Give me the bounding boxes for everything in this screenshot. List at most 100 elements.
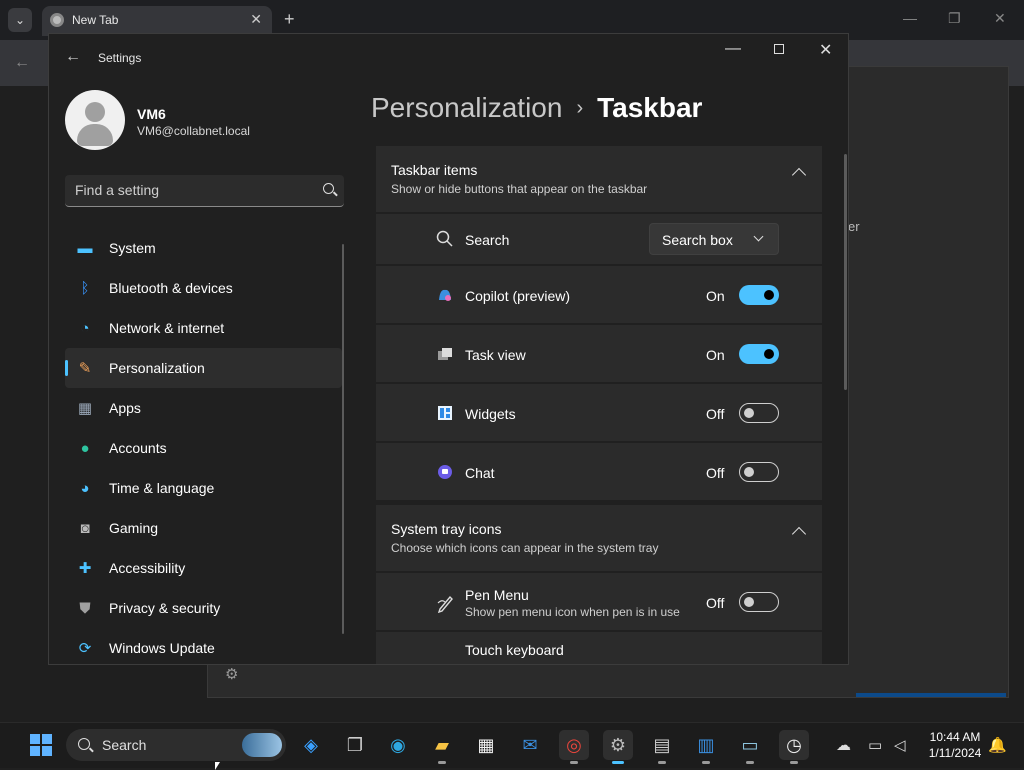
breadcrumb-parent[interactable]: Personalization	[371, 92, 562, 123]
pen-menu-state: Off	[706, 595, 725, 611]
pen-menu-row: Pen Menu Show pen menu icon when pen is …	[376, 571, 822, 630]
calendar-icon[interactable]: ▥	[691, 730, 721, 764]
chrome-restore-button[interactable]: ❐	[948, 10, 961, 27]
toggle-switch[interactable]	[739, 344, 779, 364]
toggle-state: On	[706, 288, 725, 304]
volume-muted-icon[interactable]: ◁	[894, 736, 906, 754]
find-setting-box[interactable]	[65, 175, 344, 207]
row-label: Copilot (preview)	[465, 288, 571, 304]
chrome-close-button[interactable]: ✕	[994, 10, 1006, 27]
calculator-icon[interactable]: ▤	[647, 730, 677, 764]
sidebar-item-bluetooth-devices[interactable]: ᛒ Bluetooth & devices	[65, 268, 342, 308]
sidebar-item-gaming[interactable]: ◙ Gaming	[65, 508, 342, 548]
search-mode-dropdown[interactable]: Search box	[649, 223, 779, 255]
search-icon	[436, 230, 454, 248]
chrome-icon[interactable]: ◎	[559, 730, 589, 764]
globe-icon: ◕	[80, 479, 90, 497]
settings-minimize-button[interactable]: —	[725, 40, 741, 58]
file-explorer-icon[interactable]: ▰	[427, 730, 457, 764]
section-title: System tray icons	[391, 521, 502, 537]
notification-bell-icon[interactable]: 🔔	[988, 736, 1007, 754]
remote-desktop-icon[interactable]: ▭	[735, 730, 765, 764]
start-button[interactable]	[30, 734, 52, 756]
running-indicator	[790, 761, 798, 764]
running-indicator	[570, 761, 578, 764]
taskbar-toggle-rows: Copilot (preview) On Task view On Widgets Off…	[376, 264, 822, 500]
settings-back-icon[interactable]: ←	[65, 48, 81, 66]
clock-time: 10:44 AM	[929, 730, 981, 744]
sidebar-item-label: Time & language	[109, 480, 215, 496]
network-tray-icon[interactable]: ▭	[868, 736, 882, 754]
row-label: Chat	[465, 465, 495, 481]
breadcrumb: Personalization › Taskbar	[371, 92, 702, 124]
sidebar-item-personalization[interactable]: ✎ Personalization	[65, 348, 342, 388]
user-email: VM6@collabnet.local	[137, 124, 250, 138]
copilot-app-icon[interactable]: ◈	[296, 730, 326, 760]
sidebar-item-system[interactable]: ▬ System	[65, 228, 342, 268]
widgets-row: Widgets Off	[376, 382, 822, 441]
settings-nav: ▬ System ᛒ Bluetooth & devices ◔ Network & in…	[65, 228, 342, 664]
sidebar-item-label: Accessibility	[109, 560, 186, 576]
settings-maximize-button[interactable]	[774, 44, 784, 54]
settings-close-button[interactable]: ✕	[819, 40, 832, 60]
touch-keyboard-row: Touch keyboard	[376, 630, 822, 664]
chevron-up-icon[interactable]	[791, 167, 807, 183]
sidebar-item-privacy-security[interactable]: ⛊ Privacy & security	[65, 588, 342, 628]
chevron-up-icon[interactable]	[791, 526, 807, 542]
chrome-minimize-button[interactable]: —	[903, 10, 917, 26]
sidebar-item-windows-update[interactable]: ⟳ Windows Update	[65, 628, 342, 664]
running-indicator	[702, 761, 710, 764]
start-logo-pane	[30, 746, 40, 756]
search-highlight-icon	[242, 733, 282, 757]
new-tab-button[interactable]: +	[284, 9, 295, 30]
sidebar-item-accounts[interactable]: ● Accounts	[65, 428, 342, 468]
network-icon: ◔	[80, 319, 90, 337]
taskbar-search-box[interactable]: Search	[66, 729, 286, 761]
sidebar-item-accessibility[interactable]: ✚ Accessibility	[65, 548, 342, 588]
search-mode-value: Search box	[662, 232, 733, 248]
sidebar-item-apps[interactable]: ▦ Apps	[65, 388, 342, 428]
toggle-switch[interactable]	[739, 403, 779, 423]
sidebar-item-label: Personalization	[109, 360, 205, 376]
row-label: Widgets	[465, 406, 516, 422]
brush-icon: ✎	[78, 360, 92, 377]
pen-menu-label: Pen Menu	[465, 587, 529, 603]
task-view-app-icon[interactable]: ❐	[340, 730, 370, 760]
sidebar-item-network-internet[interactable]: ◔ Network & internet	[65, 308, 342, 348]
taskbar-items-header[interactable]: Taskbar items Show or hide buttons that …	[376, 146, 822, 212]
store-icon[interactable]: ▦	[471, 730, 501, 760]
nav-scrollbar[interactable]	[342, 244, 344, 634]
user-avatar[interactable]	[65, 90, 125, 150]
chat-icon	[436, 463, 454, 481]
settings-window: ← Settings — ✕ VM6 VM6@collabnet.local ▬…	[48, 33, 849, 665]
clock-app-icon[interactable]: ◷	[779, 730, 809, 764]
sidebar-item-label: Privacy & security	[109, 600, 221, 616]
accessibility-icon: ✚	[78, 560, 92, 577]
running-indicator	[658, 761, 666, 764]
system-tray-header[interactable]: System tray icons Choose which icons can…	[376, 505, 822, 571]
search-icon	[78, 738, 90, 750]
chrome-tab-close-icon[interactable]: ✕	[250, 11, 262, 28]
sidebar-item-time-language[interactable]: ◕ Time & language	[65, 468, 342, 508]
chrome-tab-new-tab[interactable]: New Tab ✕	[42, 6, 272, 36]
pen-menu-toggle[interactable]	[739, 592, 779, 612]
find-setting-input[interactable]	[75, 182, 305, 198]
copilot-row: Copilot (preview) On	[376, 264, 822, 323]
main-scrollbar[interactable]	[844, 154, 847, 390]
taskbar-clock[interactable]: 10:44 AM 1/11/2024	[918, 729, 992, 761]
start-logo-pane	[42, 734, 52, 744]
toggle-switch[interactable]	[739, 285, 779, 305]
settings-app-icon[interactable]: ⚙	[603, 730, 633, 764]
toggle-state: Off	[706, 465, 725, 481]
tab-search-dropdown[interactable]: ⌄	[8, 8, 32, 32]
edge-icon[interactable]: ◉	[383, 730, 413, 760]
cloud-icon[interactable]: ☁	[836, 736, 851, 754]
search-row: Search Search box	[376, 212, 822, 264]
apps-icon: ▦	[77, 400, 93, 417]
mail-icon[interactable]: ✉	[515, 730, 545, 760]
chrome-back-icon[interactable]: ←	[14, 54, 30, 72]
toggle-switch[interactable]	[739, 462, 779, 482]
system-tray-section: System tray icons Choose which icons can…	[376, 505, 822, 664]
chevron-down-icon	[753, 231, 764, 242]
pen-menu-description: Show pen menu icon when pen is in use	[465, 605, 680, 619]
